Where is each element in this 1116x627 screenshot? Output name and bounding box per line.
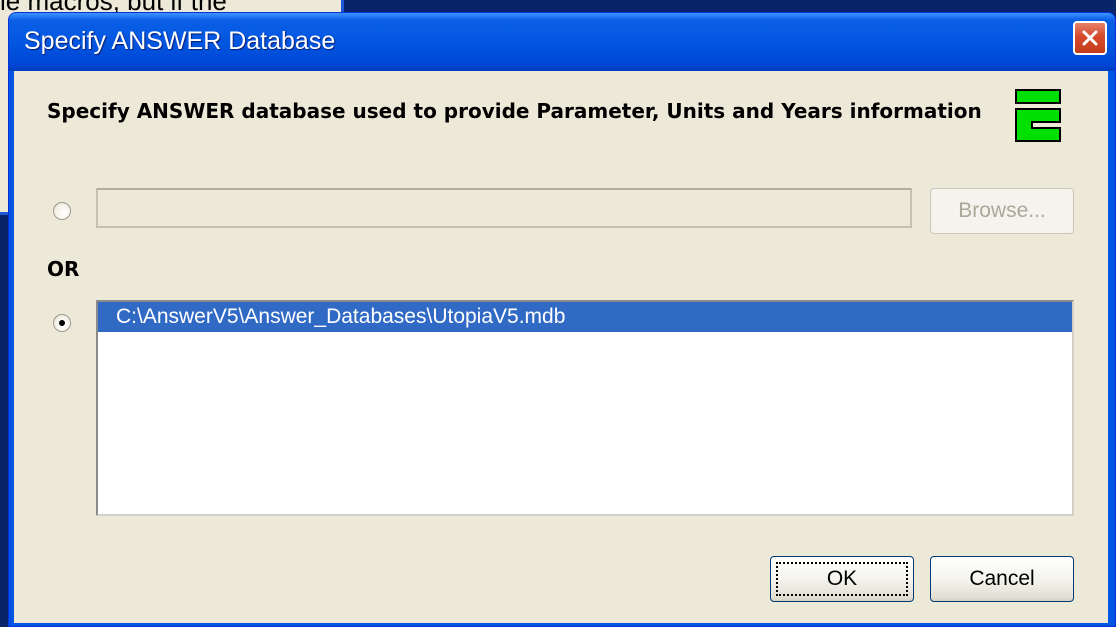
close-icon [1082,30,1098,46]
or-label: OR [47,257,80,281]
close-button[interactable] [1073,21,1107,55]
dialog-titlebar[interactable]: Specify ANSWER Database [9,13,1115,71]
database-list-radio[interactable] [53,314,71,332]
database-path-input[interactable] [96,188,912,228]
dialog-title: Specify ANSWER Database [24,27,336,55]
specify-database-dialog: Specify ANSWER Database Specify ANSWER d… [8,12,1116,627]
answer-logo-icon [1015,89,1061,142]
browse-button[interactable]: Browse... [930,188,1074,234]
database-listbox[interactable]: C:\AnswerV5\Answer_Databases\UtopiaV5.md… [96,300,1074,516]
file-path-radio[interactable] [53,202,71,220]
instruction-text: Specify ANSWER database used to provide … [47,99,982,123]
cancel-button[interactable]: Cancel [930,556,1074,602]
dialog-client-area: Specify ANSWER database used to provide … [14,71,1108,623]
ok-button[interactable]: OK [770,556,914,602]
radio-selected-dot [59,320,65,326]
database-list-item[interactable]: C:\AnswerV5\Answer_Databases\UtopiaV5.md… [98,302,1072,332]
